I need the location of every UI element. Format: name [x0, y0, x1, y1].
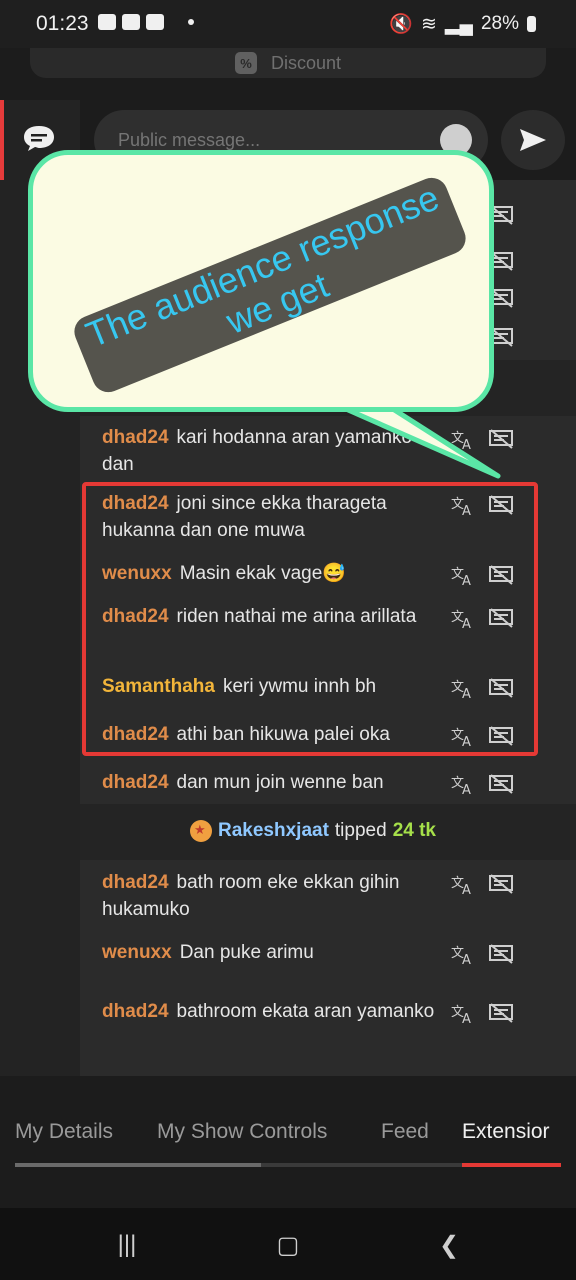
svg-text:A: A	[462, 783, 471, 795]
send-icon	[520, 129, 546, 151]
reply-icon[interactable]	[488, 943, 514, 965]
chat-message: wenuxx Dan puke arimu	[102, 939, 437, 966]
discount-button[interactable]: % Discount	[30, 48, 546, 78]
chat-username[interactable]: dhad24	[102, 872, 169, 893]
reply-icon[interactable]	[488, 873, 514, 895]
chat-username[interactable]: wenuxx	[102, 942, 172, 963]
chat-bubble-icon[interactable]	[22, 124, 56, 152]
home-icon[interactable]: ▢	[273, 1230, 303, 1260]
youtube-icon	[122, 14, 140, 30]
battery-icon	[527, 16, 536, 32]
svg-text:A: A	[462, 438, 471, 450]
status-time: 01:23	[36, 12, 89, 35]
translate-icon[interactable]: 文A	[450, 943, 476, 968]
status-bar: 01:23 🔇 ≋ ▂▄ 28%	[0, 0, 576, 48]
translate-icon[interactable]: 文A	[450, 773, 476, 798]
tip-notice: Rakeshxjaat tipped 24 tk	[190, 820, 436, 842]
svg-text:A: A	[462, 953, 471, 965]
send-button[interactable]	[501, 110, 565, 170]
checkbox-icon	[146, 14, 164, 30]
mute-icon: 🔇	[389, 14, 413, 35]
tab-my-show-controls[interactable]: My Show Controls	[157, 1120, 327, 1144]
reply-icon[interactable]	[488, 773, 514, 795]
chat-username[interactable]: dhad24	[102, 1001, 169, 1022]
translate-icon[interactable]: 文A	[450, 428, 476, 453]
chat-message: dhad24 kari hodanna aran yamanko dan	[102, 424, 437, 478]
chat-message: dhad24 bath room eke ekkan gihin hukamuko	[102, 869, 437, 923]
tip-badge-icon	[190, 820, 212, 842]
tab-my-details[interactable]: My Details	[15, 1120, 113, 1144]
notification-icons	[98, 14, 194, 30]
chat-username[interactable]: dhad24	[102, 427, 169, 448]
discount-area: % Discount	[0, 48, 576, 100]
tab-feed[interactable]: Feed	[381, 1120, 429, 1144]
chat-username[interactable]: dhad24	[102, 772, 169, 793]
system-icons: 🔇 ≋ ▂▄ 28%	[389, 12, 536, 36]
chat-text: Dan puke arimu	[179, 942, 314, 963]
reply-icon[interactable]	[488, 428, 514, 450]
more-notifications-dot-icon	[188, 19, 194, 25]
battery-level: 28%	[480, 13, 519, 34]
highlight-box	[82, 482, 538, 756]
svg-text:A: A	[462, 1012, 471, 1024]
tab-extension[interactable]: Extensior	[462, 1120, 550, 1144]
reply-icon[interactable]	[488, 1002, 514, 1024]
chat-message: dhad24 dan mun join wenne ban	[102, 769, 437, 796]
translate-icon[interactable]: 文A	[450, 1002, 476, 1027]
back-icon[interactable]: ❮	[434, 1230, 464, 1260]
video-call-icon	[98, 14, 116, 30]
tip-amount: 24 tk	[392, 820, 436, 841]
rail-active-indicator	[0, 100, 4, 180]
chat-text: dan mun join wenne ban	[176, 772, 384, 793]
active-tab-indicator	[462, 1163, 561, 1167]
tip-username[interactable]: Rakeshxjaat	[218, 820, 329, 842]
tip-verb: tipped	[334, 820, 387, 841]
chat-message: dhad24 bathroom ekata aran yamanko	[102, 998, 437, 1025]
percent-icon: %	[234, 52, 257, 74]
recent-apps-icon[interactable]: |||	[112, 1230, 142, 1260]
svg-text:A: A	[462, 883, 471, 895]
discount-label: Discount	[270, 52, 342, 73]
wifi-icon: ≋	[420, 13, 437, 35]
tab-scroll-thumb[interactable]	[15, 1163, 261, 1167]
chat-text: bathroom ekata aran yamanko	[176, 1001, 435, 1022]
translate-icon[interactable]: 文A	[450, 873, 476, 898]
signal-icon: ▂▄	[444, 13, 473, 35]
